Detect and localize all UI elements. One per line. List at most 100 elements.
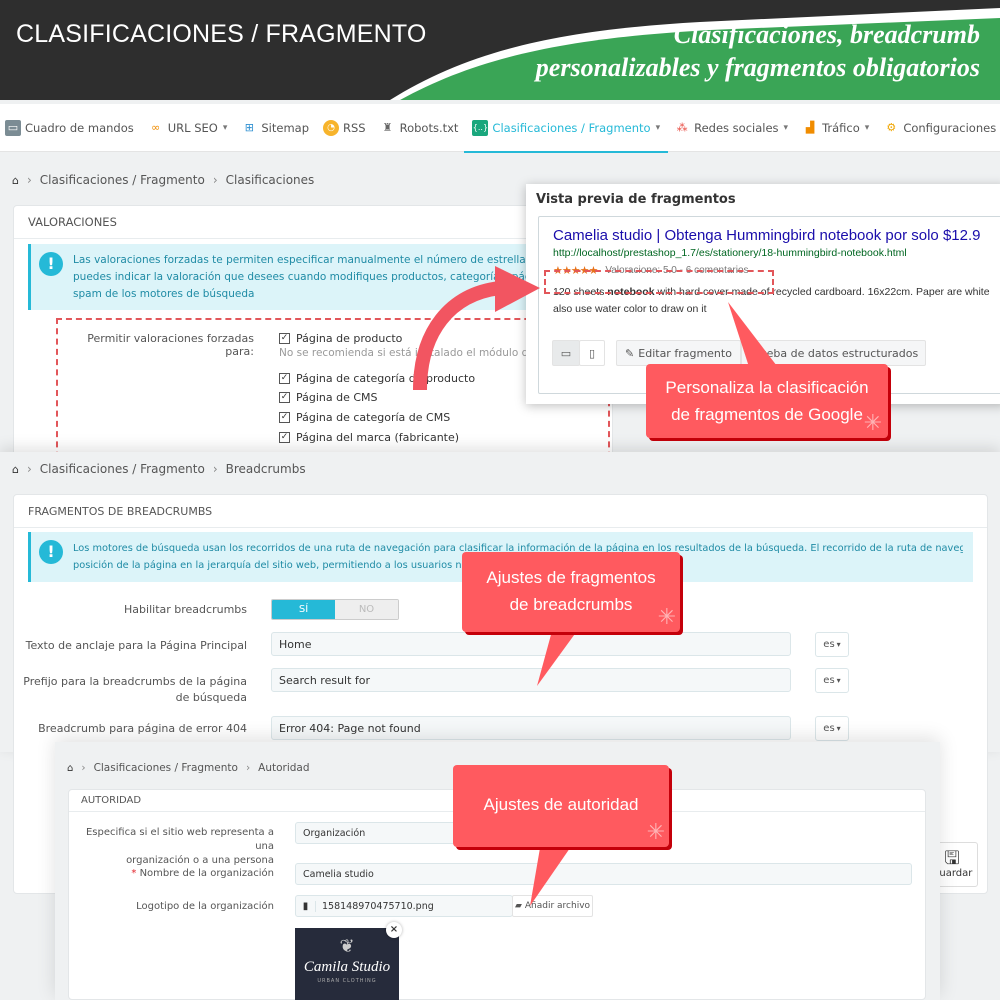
search-prefix-input[interactable]: Search result for [271, 668, 791, 692]
nav-label: Robots.txt [399, 120, 459, 135]
org-logo-preview: ❦ Camila Studio URBAN CLOTHING [295, 928, 399, 1000]
checkbox-label: Página del marca (fabricante) [296, 431, 460, 444]
checkbox-cms-category[interactable]: ✓ Página de categoría de CMS [279, 411, 450, 424]
nav-robots[interactable]: ♜ Robots.txt [380, 104, 459, 152]
promo-banner: CLASIFICACIONES / FRAGMENTO Clasificacio… [0, 0, 1000, 100]
nav-settings[interactable]: ⚙Configuraciones▾ [883, 104, 1000, 152]
checkbox-cms-page[interactable]: ✓ Página de CMS [279, 391, 378, 404]
banner-title: CLASIFICACIONES / FRAGMENTO [16, 20, 427, 48]
sparkle-icon: ✳ [657, 604, 676, 629]
nav-url-seo[interactable]: ∞ URL SEO ▾ [148, 104, 227, 152]
home-icon[interactable]: ⌂ [67, 763, 73, 774]
nav-traffic[interactable]: ▟ Tráfico ▾ [802, 104, 869, 152]
breadcrumb-current: Clasificaciones [225, 173, 315, 187]
nav-label: Redes sociales [694, 120, 779, 135]
switch-yes[interactable]: SÍ [272, 600, 335, 619]
checkbox-checked-icon: ✓ [279, 333, 290, 344]
home-anchor-input[interactable]: Home [271, 632, 791, 656]
tagline-line-2: personalizables y fragmentos obligatorio… [535, 53, 980, 82]
checkbox-label: Página de CMS [296, 391, 378, 404]
lang-code: es [823, 639, 835, 650]
callout-pointer [530, 848, 570, 906]
serp-title[interactable]: Camelia studio | Obtenga Hummingbird not… [553, 227, 993, 244]
sitemap-icon: ⊞ [244, 121, 254, 134]
chevron-down-icon: ▾ [655, 122, 661, 133]
entity-type-select[interactable]: Organización [295, 822, 475, 844]
file-icon: ▮ [296, 900, 316, 912]
lang-code: es [823, 723, 835, 734]
nav-snippets[interactable]: {..} Clasificaciones / Fragmento ▾ [464, 104, 668, 153]
caret-down-icon: ▾ [836, 640, 841, 649]
chevron-down-icon: ▾ [864, 122, 870, 133]
snippet-icon: {..} [472, 119, 489, 136]
share-icon: ⁂ [676, 121, 688, 134]
language-select[interactable]: es ▾ [815, 716, 849, 741]
remove-logo-button[interactable]: × [386, 922, 402, 938]
callout-text: Ajustes de autoridad [483, 795, 639, 814]
language-select[interactable]: es ▾ [815, 668, 849, 693]
floppy-disk-icon: 🖫 [944, 848, 960, 869]
curved-arrow [413, 266, 540, 391]
switch-no[interactable]: NO [335, 600, 398, 619]
info-icon: ! [39, 252, 63, 276]
label-text: Nombre de la organización [139, 868, 274, 879]
nav-dashboard[interactable]: ▭ Cuadro de mandos [5, 104, 134, 152]
rss-icon: ◔ [323, 119, 339, 136]
org-name-label: * Nombre de la organización [70, 868, 274, 879]
home-icon[interactable]: ⌂ [12, 174, 19, 187]
callout-text: de breadcrumbs [509, 595, 633, 614]
org-logo-label: Logotipo de la organización [136, 901, 274, 912]
sparkle-icon: ✳ [863, 410, 882, 435]
checkbox-checked-icon: ✓ [279, 392, 290, 403]
file-name: 158148970475710.png [322, 900, 434, 912]
folder-open-icon: ▰ [514, 901, 522, 911]
chevron-right-icon: › [26, 462, 32, 476]
label-line: Especifica si el sitio web representa a … [85, 827, 274, 852]
home-icon[interactable]: ⌂ [12, 463, 19, 476]
breadcrumb-link[interactable]: Clasificaciones / Fragmento [40, 462, 205, 476]
checkbox-label: Página de categoría de CMS [296, 411, 451, 424]
lang-code: es [823, 675, 835, 686]
enable-breadcrumbs-switch[interactable]: SÍ NO [271, 599, 399, 620]
required-asterisk: * [131, 868, 140, 879]
banner-tagline: Clasificaciones, breadcrumb personalizab… [536, 18, 980, 84]
entity-type-label: Especifica si el sitio web representa a … [70, 826, 274, 868]
checkbox-product-page[interactable]: ✓ Página de producto [279, 332, 402, 345]
nav-sitemap[interactable]: ⊞ Sitemap [241, 104, 309, 152]
enable-breadcrumbs-label: Habilitar breadcrumbs [124, 603, 247, 616]
checkbox-label: Página de producto [296, 332, 403, 345]
nav-rss[interactable]: ◔ RSS [323, 104, 366, 152]
edit-icon: ✎ [625, 346, 635, 360]
language-select[interactable]: es ▾ [815, 632, 849, 657]
callout-ratings: Personaliza la clasificación de fragment… [646, 364, 888, 438]
chevron-right-icon: › [245, 762, 251, 774]
nav-label: Configuraciones [903, 120, 997, 135]
search-prefix-label: Prefijo para la breadcrumbs de la página… [23, 675, 247, 704]
dashboard-icon: ▭ [5, 119, 21, 136]
mobile-view-button[interactable]: ▯ [579, 340, 605, 366]
desktop-view-button[interactable]: ▭ [552, 340, 580, 366]
nav-label: URL SEO [167, 120, 218, 135]
error-404-input[interactable]: Error 404: Page not found [271, 716, 791, 740]
link-icon: ∞ [151, 121, 161, 134]
chart-icon: ▟ [805, 121, 815, 134]
checkbox-brand-page[interactable]: ✓ Página del marca (fabricante) [279, 431, 459, 444]
breadcrumb-authority: ⌂ › Clasificaciones / Fragmento › Autori… [67, 762, 310, 774]
home-anchor-label: Texto de anclaje para la Página Principa… [25, 639, 247, 652]
serp-url: http://localhost/prestashop_1.7/es/stati… [553, 247, 907, 259]
breadcrumb-link[interactable]: Clasificaciones / Fragmento [40, 173, 205, 187]
label-line: organización o a una persona [126, 855, 274, 866]
chevron-right-icon: › [81, 762, 86, 774]
chevron-right-icon: › [212, 462, 218, 476]
logo-file-input[interactable]: ▮ 158148970475710.png [295, 895, 513, 917]
error-404-label: Breadcrumb para página de error 404 [38, 722, 247, 735]
checkbox-checked-icon: ✓ [279, 412, 290, 423]
card-title: FRAGMENTOS DE BREADCRUMBS [14, 495, 987, 528]
breadcrumb-link[interactable]: Clasificaciones / Fragmento [94, 762, 238, 774]
callout-breadcrumbs: Ajustes de fragmentos de breadcrumbs ✳ [462, 552, 680, 632]
robot-icon: ♜ [382, 121, 393, 134]
breadcrumb-ratings: ⌂ › Clasificaciones / Fragmento › Clasif… [12, 173, 314, 187]
leaf-icon: ❦ [339, 936, 355, 957]
nav-social[interactable]: ⁂ Redes sociales ▾ [674, 104, 788, 152]
org-name-input[interactable]: Camelia studio [295, 863, 912, 885]
